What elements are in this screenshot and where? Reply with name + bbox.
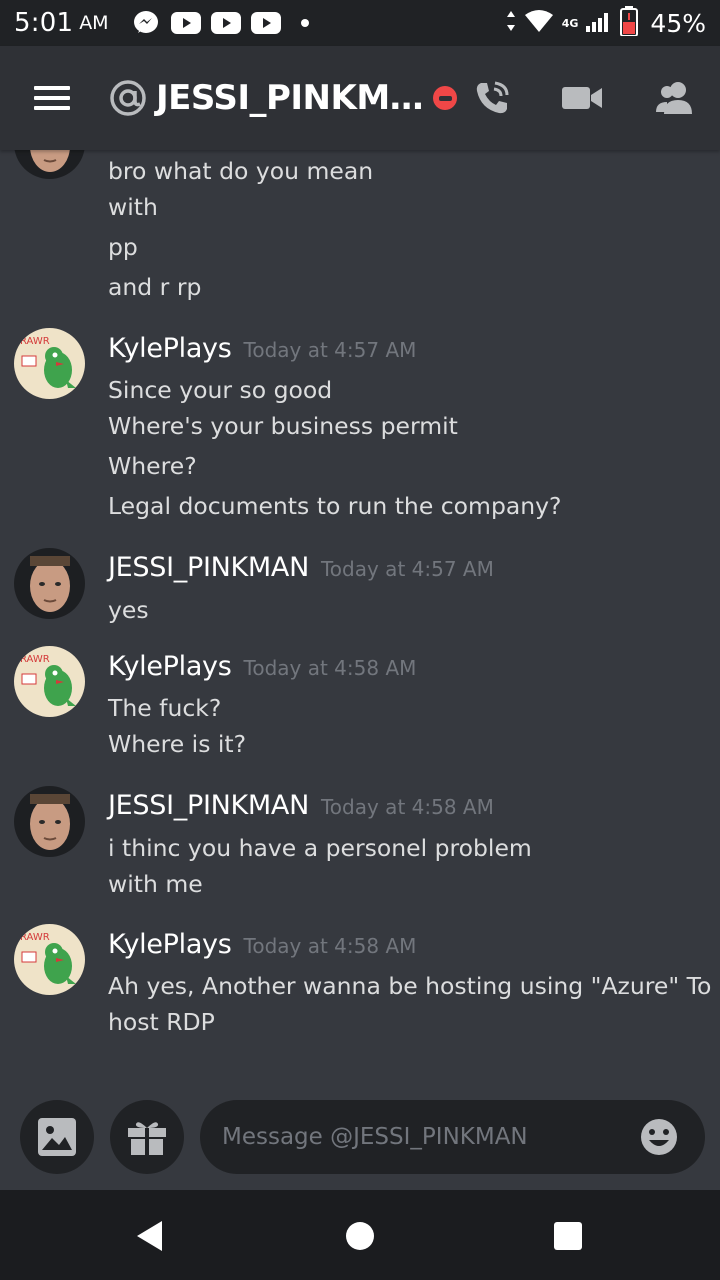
signal-icon: [586, 10, 612, 36]
battery-icon: [620, 6, 639, 40]
hamburger-icon-line: [34, 106, 70, 110]
avatar-text: RAWR: [20, 654, 50, 665]
hamburger-icon: [34, 86, 70, 90]
video-call-button[interactable]: [560, 76, 604, 120]
nav-back-button[interactable]: [128, 1214, 172, 1258]
message-body: i thinc you have a personel problem with…: [108, 830, 532, 902]
author-name[interactable]: KylePlays: [108, 929, 232, 960]
nav-home-button[interactable]: [338, 1214, 382, 1258]
nav-recents-button[interactable]: [546, 1214, 590, 1258]
avatar[interactable]: RAWR: [14, 328, 85, 399]
video-camera-icon: [562, 87, 602, 109]
message-header: KylePlays Today at 4:58 AM: [108, 929, 416, 960]
status-right: 4G 45%: [506, 6, 706, 40]
system-navigation-bar: [0, 1190, 720, 1280]
home-circle-icon: [346, 1222, 374, 1250]
message-text: The fuck?: [108, 694, 222, 722]
messenger-icon: [131, 11, 161, 34]
message-text: Where is it?: [108, 730, 247, 758]
channel-header: JESSI_PINKM…: [0, 46, 720, 150]
battery-percent: 45%: [650, 8, 706, 38]
dnd-status-icon: [433, 86, 458, 110]
attach-image-button[interactable]: [20, 1100, 94, 1174]
message-text: with: [108, 193, 158, 221]
avatar[interactable]: [14, 786, 85, 857]
message-body: Since your so good Where's your business…: [108, 372, 562, 524]
author-name[interactable]: JESSI_PINKMAN: [108, 552, 309, 583]
message-text: Where?: [108, 452, 197, 480]
message-text: Legal documents to run the company?: [108, 492, 562, 520]
message-input-container[interactable]: [200, 1100, 705, 1174]
message-text: Since your so good: [108, 376, 333, 404]
status-time: 5:01: [14, 8, 74, 38]
message-list[interactable]: bro what do you mean with pp and r rp RA…: [0, 150, 720, 1092]
back-triangle-icon: [137, 1221, 162, 1251]
message-body: Ah yes, Another wanna be hosting using "…: [108, 968, 711, 1040]
phone-call-icon: [476, 81, 509, 114]
channel-title: JESSI_PINKM…: [156, 78, 424, 118]
timestamp: Today at 4:57 AM: [243, 338, 417, 362]
avatar[interactable]: RAWR: [14, 924, 85, 995]
header-actions: [470, 76, 720, 120]
youtube-icon: [170, 12, 201, 34]
youtube-icon: [210, 12, 241, 34]
voice-call-button[interactable]: [470, 76, 514, 120]
message-input[interactable]: [200, 1124, 637, 1150]
author-name[interactable]: KylePlays: [108, 651, 232, 682]
gift-button[interactable]: [110, 1100, 184, 1174]
avatar-text: RAWR: [20, 336, 50, 347]
timestamp: Today at 4:58 AM: [243, 934, 417, 958]
message-text: pp: [108, 233, 138, 261]
author-name[interactable]: KylePlays: [108, 333, 232, 364]
message-text: Where's your business permit: [108, 412, 458, 440]
message-text: yes: [108, 596, 149, 624]
notification-icons: [131, 11, 309, 34]
more-notifications-dot: [300, 19, 309, 27]
hamburger-menu-button[interactable]: [34, 86, 70, 110]
message-text: Ah yes, Another wanna be hosting using "…: [108, 972, 712, 1000]
wifi-icon: [524, 9, 554, 37]
gift-icon: [128, 1122, 166, 1155]
timestamp: Today at 4:57 AM: [320, 557, 494, 581]
hamburger-icon-line: [34, 96, 70, 100]
message-text: host RDP: [108, 1008, 215, 1036]
avatar[interactable]: [14, 548, 85, 619]
network-type: 4G: [561, 16, 579, 30]
message-body: The fuck? Where is it?: [108, 690, 246, 762]
image-icon: [38, 1118, 76, 1156]
avatar[interactable]: [14, 150, 85, 179]
message-header: KylePlays Today at 4:58 AM: [108, 651, 416, 682]
timestamp: Today at 4:58 AM: [320, 795, 494, 819]
message-text: bro what do you mean: [108, 157, 374, 185]
message-header: JESSI_PINKMAN Today at 4:58 AM: [108, 790, 494, 821]
author-name[interactable]: JESSI_PINKMAN: [108, 790, 309, 821]
data-arrows-icon: [506, 10, 516, 36]
status-bar: 5:01 AM 4G 45%: [0, 0, 720, 46]
members-button[interactable]: [654, 76, 698, 120]
recents-square-icon: [554, 1222, 582, 1250]
message-header: KylePlays Today at 4:57 AM: [108, 333, 416, 364]
message-text: with me: [108, 870, 203, 898]
status-ampm: AM: [79, 12, 109, 34]
timestamp: Today at 4:58 AM: [243, 656, 417, 680]
message-text: i thinc you have a personel problem: [108, 834, 532, 862]
youtube-icon: [250, 12, 281, 34]
message-text: and r rp: [108, 273, 202, 301]
message-body: yes: [108, 592, 149, 628]
members-icon: [656, 82, 692, 114]
emoji-icon: [641, 1119, 677, 1155]
continuation-messages: bro what do you mean with pp and r rp: [108, 153, 373, 305]
at-sign-icon: [108, 78, 148, 118]
message-header: JESSI_PINKMAN Today at 4:57 AM: [108, 552, 494, 583]
avatar-text: RAWR: [20, 932, 50, 943]
message-composer: [0, 1092, 720, 1190]
emoji-button[interactable]: [637, 1115, 681, 1159]
avatar[interactable]: RAWR: [14, 646, 85, 717]
